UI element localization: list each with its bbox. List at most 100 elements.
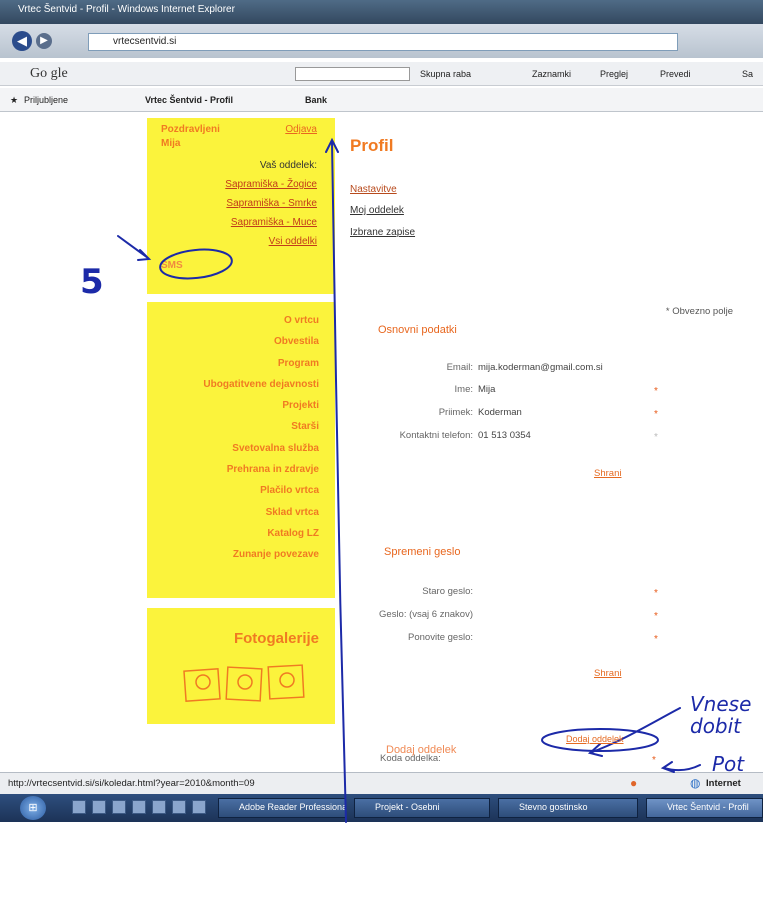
- surname-required: *: [654, 409, 658, 420]
- favorites-label[interactable]: Priljubljene: [24, 95, 68, 105]
- menu-starsi[interactable]: Starši: [147, 416, 335, 437]
- toolbar-translate[interactable]: Prevedi: [660, 69, 691, 79]
- menu-projekti[interactable]: Projekti: [147, 395, 335, 416]
- basic-section-title: Osnovni podatki: [378, 324, 457, 336]
- name-value[interactable]: Mija: [478, 384, 495, 395]
- all-groups-link[interactable]: Vsi oddelki: [147, 232, 335, 251]
- security-icon: ●: [630, 776, 638, 790]
- name-required: *: [654, 386, 658, 397]
- menu-placilo[interactable]: Plačilo vrtca: [147, 480, 335, 501]
- repeat-password-required: *: [654, 634, 658, 645]
- menu-katalog[interactable]: Katalog LZ: [147, 523, 335, 544]
- phone-label: Kontaktni telefon:: [399, 430, 473, 441]
- menu-obvestila[interactable]: Obvestila: [147, 331, 335, 352]
- window-title: Vrtec Šentvid - Profil - Windows Interne…: [18, 4, 235, 15]
- new-password-input[interactable]: [478, 605, 648, 621]
- address-url: vrtecsentvid.si: [113, 36, 177, 47]
- step-number: 5: [80, 262, 104, 302]
- main-menu: O vrtcu Obvestila Program Ubogatitvene d…: [147, 302, 335, 598]
- group-code-input[interactable]: [478, 749, 648, 765]
- logout-link[interactable]: Odjava: [285, 124, 317, 135]
- menu-svetovalna[interactable]: Svetovalna služba: [147, 438, 335, 459]
- group-link-zogice[interactable]: Sapramiška - Žogice: [147, 175, 335, 194]
- group-link-muce[interactable]: Sapramiška - Muce: [147, 213, 335, 232]
- add-group-button[interactable]: Dodaj oddelek: [566, 734, 624, 744]
- page-title: Profil: [350, 136, 394, 155]
- photo-frames-icon: [183, 664, 305, 702]
- link-settings[interactable]: Nastavitve: [350, 184, 397, 195]
- address-input[interactable]: vrtecsentvid.si: [88, 33, 678, 51]
- browser-tab[interactable]: Vrtec Šentvid - Profil: [145, 95, 233, 105]
- greeting-label: Pozdravljeni: [161, 124, 220, 135]
- link-my-group[interactable]: Moj oddelek: [350, 205, 404, 216]
- taskbar-item-reader[interactable]: Adobe Reader Professional: [218, 798, 346, 818]
- old-password-input[interactable]: [478, 582, 648, 598]
- repeat-password-label: Ponovite geslo:: [408, 632, 473, 643]
- google-logo: Go gle: [30, 66, 68, 81]
- new-password-label: Geslo: (vsaj 6 znakov): [379, 609, 473, 620]
- quicklaunch-icon[interactable]: [132, 800, 146, 814]
- password-section-title: Spremeni geslo: [384, 546, 461, 558]
- handwritten-note-3: Pot: [712, 752, 745, 776]
- taskbar-item-projekt[interactable]: Projekt - Osebni: [354, 798, 490, 818]
- phone-value[interactable]: 01 513 0354: [478, 430, 531, 441]
- sms-link[interactable]: SMS: [161, 260, 183, 271]
- gallery-title[interactable]: Fotogalerije: [234, 630, 319, 647]
- quicklaunch-icon[interactable]: [72, 800, 86, 814]
- user-panel: Pozdravljeni Odjava Mija Vaš oddelek: Sa…: [147, 118, 335, 294]
- menu-prehrana[interactable]: Prehrana in zdravje: [147, 459, 335, 480]
- step-arrow: [117, 235, 152, 261]
- menu-program[interactable]: Program: [147, 353, 335, 374]
- quicklaunch-icon[interactable]: [172, 800, 186, 814]
- google-search-input[interactable]: [295, 67, 410, 81]
- quicklaunch-icon[interactable]: [152, 800, 166, 814]
- group-code-label: Koda oddelka:: [380, 753, 441, 764]
- quicklaunch-icon[interactable]: [192, 800, 206, 814]
- toolbar-bookmarks[interactable]: Zaznamki: [532, 69, 571, 79]
- menu-o-vrtcu[interactable]: O vrtcu: [147, 310, 335, 331]
- toolbar-more[interactable]: Sa: [742, 69, 753, 79]
- window-titlebar: Vrtec Šentvid - Profil - Windows Interne…: [0, 0, 763, 24]
- taskbar-item-vrtec[interactable]: Vrtec Šentvid - Profil: [646, 798, 763, 818]
- profile-content: Profil Nastavitve Moj oddelek Izbrane za…: [340, 118, 763, 768]
- old-password-required: *: [654, 588, 658, 599]
- handwritten-note-1: Vnese: [690, 692, 752, 716]
- groups-title: Vaš oddelek:: [259, 160, 317, 171]
- surname-value[interactable]: Koderman: [478, 407, 522, 418]
- address-toolbar: ◀ ▶ vrtecsentvid.si: [0, 24, 763, 58]
- back-button[interactable]: ◀: [12, 31, 32, 51]
- start-button[interactable]: ⊞: [20, 796, 46, 820]
- zone-label: Internet: [706, 778, 741, 789]
- status-url: http://vrtecsentvid.si/si/koledar.html?y…: [8, 778, 255, 789]
- repeat-password-input[interactable]: [478, 628, 648, 644]
- phone-required: *: [654, 432, 658, 443]
- toolbar-check[interactable]: Preglej: [600, 69, 628, 79]
- google-toolbar: Go gle Skupna raba Zaznamki Preglej Prev…: [0, 62, 763, 86]
- email-label: Email:: [446, 362, 473, 373]
- quicklaunch-icon[interactable]: [92, 800, 106, 814]
- old-password-label: Staro geslo:: [422, 586, 473, 597]
- user-name: Mija: [161, 138, 181, 149]
- surname-label: Priimek:: [438, 407, 473, 418]
- link-saved[interactable]: Izbrane zapise: [350, 227, 415, 238]
- bank-link[interactable]: Bank: [305, 95, 327, 105]
- save-password-button[interactable]: Shrani: [594, 668, 621, 679]
- quicklaunch-icon[interactable]: [112, 800, 126, 814]
- toolbar-share[interactable]: Skupna raba: [420, 69, 471, 79]
- forward-button[interactable]: ▶: [36, 33, 52, 49]
- gallery-panel[interactable]: Fotogalerije: [147, 608, 335, 724]
- email-value: mija.koderman@gmail.com.si: [478, 362, 603, 373]
- save-profile-button[interactable]: Shrani: [594, 468, 621, 479]
- new-password-required: *: [654, 611, 658, 622]
- menu-povezave[interactable]: Zunanje povezave: [147, 544, 335, 565]
- windows-taskbar: ⊞ Adobe Reader Professional Projekt - Os…: [0, 794, 763, 822]
- name-label: Ime:: [454, 384, 473, 395]
- group-code-required: *: [652, 755, 656, 766]
- menu-sklad[interactable]: Sklad vrtca: [147, 502, 335, 523]
- menu-dejavnosti[interactable]: Ubogatitvene dejavnosti: [147, 374, 335, 395]
- taskbar-item-stevno[interactable]: Stevno gostinsko: [498, 798, 638, 818]
- globe-icon: ◍: [690, 776, 701, 790]
- favorites-star-icon[interactable]: ★: [10, 95, 18, 106]
- group-link-smrke[interactable]: Sapramiška - Smrke: [147, 194, 335, 213]
- handwritten-note-2: dobit: [690, 714, 742, 738]
